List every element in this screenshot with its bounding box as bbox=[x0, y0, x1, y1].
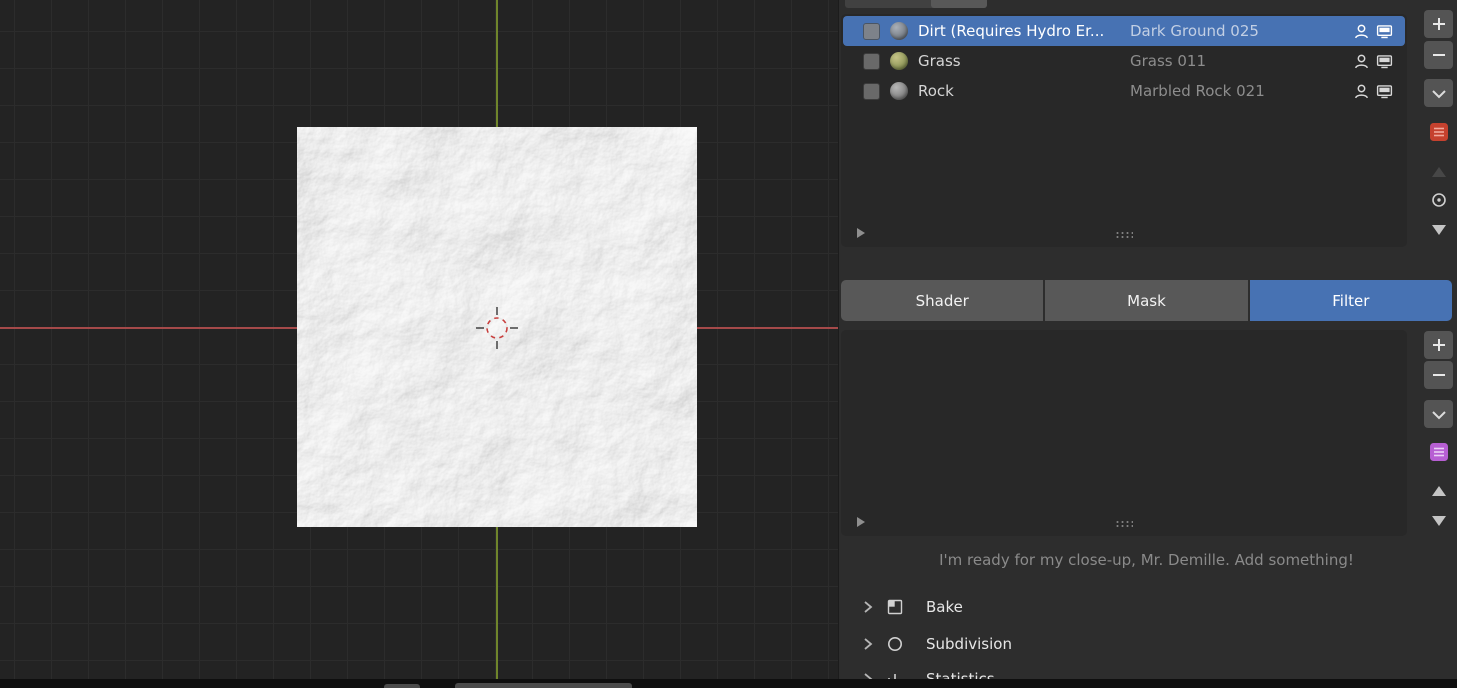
blender-window: Dirt (Requires Hydro Er... Dark Ground 0… bbox=[0, 0, 1457, 688]
mesh-circle-icon bbox=[884, 633, 906, 655]
enable-checkbox[interactable] bbox=[863, 23, 880, 40]
material-preview-name: Grass 011 bbox=[1130, 52, 1353, 70]
display-toggle-icon[interactable] bbox=[1376, 53, 1393, 70]
filter-move-down-button[interactable] bbox=[1424, 507, 1453, 535]
clipped-bottom-button bbox=[384, 684, 420, 688]
panel-header-bake[interactable]: Bake bbox=[862, 594, 963, 620]
empty-state-hint: I'm ready for my close-up, Mr. Demille. … bbox=[841, 551, 1452, 569]
user-preview-icon[interactable] bbox=[1353, 83, 1370, 100]
mode-tabs: Shader Mask Filter bbox=[841, 280, 1452, 321]
add-filter-button[interactable] bbox=[1424, 331, 1453, 359]
tab-filter[interactable]: Filter bbox=[1250, 280, 1452, 321]
list-expand-triangle[interactable] bbox=[857, 228, 865, 238]
material-name: Grass bbox=[918, 52, 1130, 70]
viewport-3d[interactable] bbox=[0, 0, 838, 679]
display-toggle-icon[interactable] bbox=[1376, 23, 1393, 40]
filter-specials-dropdown-button[interactable] bbox=[1424, 400, 1453, 428]
material-preview-name: Marbled Rock 021 bbox=[1130, 82, 1353, 100]
add-button[interactable] bbox=[1424, 10, 1453, 38]
move-down-button[interactable] bbox=[1424, 216, 1453, 244]
filter-list[interactable] bbox=[841, 330, 1407, 536]
panel-label: Bake bbox=[926, 598, 963, 616]
tab-mask[interactable]: Mask bbox=[1045, 280, 1247, 321]
clipped-header-button bbox=[931, 0, 987, 8]
red-list-button[interactable] bbox=[1424, 118, 1453, 146]
material-preview-name: Dark Ground 025 bbox=[1130, 22, 1353, 40]
material-sphere-icon bbox=[890, 82, 908, 100]
bake-texture-icon bbox=[884, 596, 906, 618]
list-expand-triangle[interactable] bbox=[857, 517, 865, 527]
list-item[interactable]: Rock Marbled Rock 021 bbox=[843, 76, 1405, 106]
list-resize-grip[interactable] bbox=[1115, 231, 1133, 238]
specials-dropdown-button[interactable] bbox=[1424, 79, 1453, 107]
purple-list-button[interactable] bbox=[1424, 438, 1453, 466]
move-up-button[interactable] bbox=[1424, 158, 1453, 186]
panel-label: Subdivision bbox=[926, 635, 1012, 653]
list-item[interactable]: Grass Grass 011 bbox=[843, 46, 1405, 76]
chevron-right-icon bbox=[862, 637, 874, 651]
material-layer-list: Dirt (Requires Hydro Er... Dark Ground 0… bbox=[841, 14, 1407, 247]
terrain-addon-panel: Dirt (Requires Hydro Er... Dark Ground 0… bbox=[838, 0, 1457, 688]
cursor-3d-icon bbox=[475, 306, 519, 350]
enable-checkbox[interactable] bbox=[863, 53, 880, 70]
material-name: Dirt (Requires Hydro Er... bbox=[918, 22, 1130, 40]
bottom-editor-edge bbox=[0, 679, 1457, 688]
clipped-bottom-button bbox=[455, 683, 632, 688]
list-item[interactable]: Dirt (Requires Hydro Er... Dark Ground 0… bbox=[843, 16, 1405, 46]
filter-move-up-button[interactable] bbox=[1424, 477, 1453, 505]
tab-shader[interactable]: Shader bbox=[841, 280, 1043, 321]
remove-filter-button[interactable] bbox=[1424, 361, 1453, 389]
material-sphere-icon bbox=[890, 52, 908, 70]
chevron-right-icon bbox=[862, 600, 874, 614]
remove-button[interactable] bbox=[1424, 41, 1453, 69]
list-resize-grip[interactable] bbox=[1115, 520, 1133, 527]
material-sphere-icon bbox=[890, 22, 908, 40]
target-icon-button[interactable] bbox=[1424, 186, 1453, 214]
material-name: Rock bbox=[918, 82, 1130, 100]
enable-checkbox[interactable] bbox=[863, 83, 880, 100]
panel-header-subdivision[interactable]: Subdivision bbox=[862, 631, 1012, 657]
user-preview-icon[interactable] bbox=[1353, 53, 1370, 70]
user-preview-icon[interactable] bbox=[1353, 23, 1370, 40]
display-toggle-icon[interactable] bbox=[1376, 83, 1393, 100]
